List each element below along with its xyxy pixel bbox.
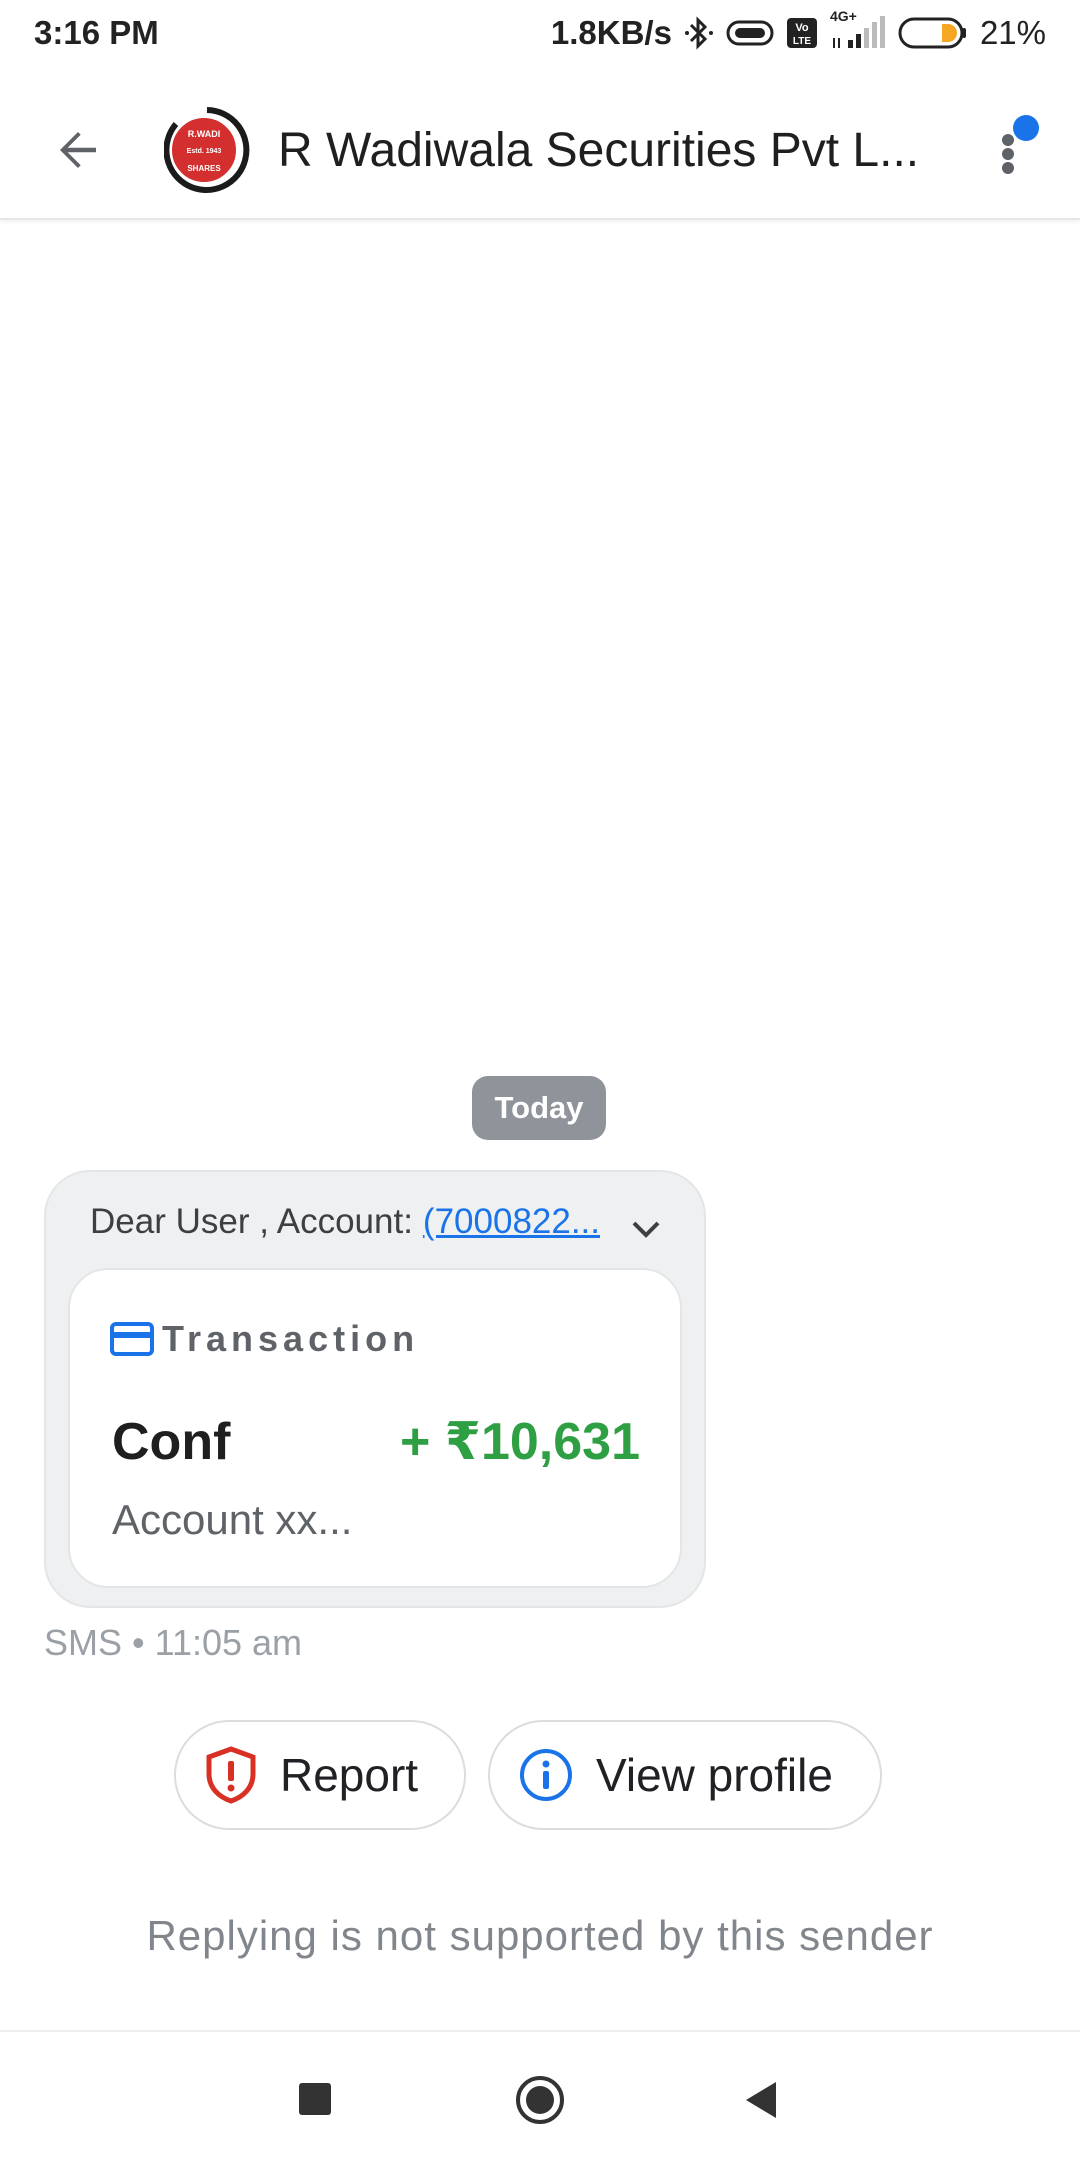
credit-card-icon — [110, 1322, 154, 1356]
network-speed: 1.8KB/s — [550, 14, 672, 51]
more-vert-icon — [1002, 115, 1039, 174]
recents-button[interactable] — [298, 2082, 332, 2121]
battery-percent: 21% — [979, 14, 1046, 51]
avatar-text-bottom: SHARES — [187, 164, 221, 173]
reply-unsupported-note: Replying is not supported by this sender — [146, 1912, 934, 1959]
back-button[interactable] — [30, 102, 126, 198]
info-icon — [520, 1749, 572, 1801]
date-divider: Today — [472, 1076, 606, 1140]
network-type-label: 4G+ — [829, 8, 857, 24]
message-bubble[interactable]: Dear User , Account: (7000822... Transac… — [44, 1170, 706, 1608]
phone-number-link[interactable]: (7000822... — [423, 1202, 600, 1242]
transaction-card[interactable]: Transaction Conf + ₹10,631 Account xx... — [68, 1268, 682, 1588]
transaction-account: Account xx... — [112, 1496, 353, 1543]
sender-avatar[interactable]: R.WADI Estd. 1943 SHARES — [163, 107, 250, 193]
battery-saver-icon — [726, 18, 774, 48]
back-nav-button[interactable] — [742, 2080, 780, 2125]
view-profile-label: View profile — [596, 1749, 833, 1801]
more-options-button[interactable] — [990, 110, 1050, 190]
view-profile-button[interactable]: View profile — [488, 1720, 882, 1830]
message-header: Dear User , Account: (7000822... — [90, 1202, 600, 1242]
expand-message-button[interactable] — [628, 1214, 664, 1244]
svg-text:Vo: Vo — [795, 22, 809, 34]
triangle-back-icon — [746, 2082, 776, 2118]
home-button[interactable] — [514, 2074, 566, 2131]
chevron-down-icon — [632, 1221, 660, 1238]
square-icon — [299, 2083, 331, 2115]
conversation-app-bar: R.WADI Estd. 1943 SHARES R Wadiwala Secu… — [0, 82, 1080, 220]
transaction-amount: + ₹10,631 — [399, 1413, 640, 1471]
avatar-text-top: R.WADI — [188, 129, 221, 139]
bluetooth-icon — [684, 16, 714, 50]
signal-icon: 4G+ — [830, 8, 886, 50]
battery-icon — [898, 16, 968, 50]
transaction-label: Conf — [112, 1413, 231, 1471]
avatar-text-mid: Estd. 1943 — [187, 148, 222, 155]
svg-text:LTE: LTE — [793, 36, 811, 47]
card-title: Transaction — [162, 1318, 420, 1359]
arrow-back-icon — [60, 132, 96, 168]
message-meta: SMS • 11:05 am — [44, 1622, 303, 1663]
status-icons: 1.8KB/s Vo LTE 4G+ 21% — [550, 8, 1046, 52]
system-nav-bar — [0, 2030, 1080, 2160]
shield-alert-icon — [206, 1746, 256, 1804]
message-header-text: Dear User , Account: — [90, 1202, 413, 1241]
card-title-row: Transaction — [110, 1318, 419, 1360]
sender-name: R Wadiwala Securities Pvt L... — [278, 123, 920, 177]
volte-icon: Vo LTE — [786, 17, 818, 49]
status-time: 3:16 PM — [34, 14, 159, 51]
home-circle-icon — [516, 2076, 564, 2124]
report-button[interactable]: Report — [174, 1720, 466, 1830]
report-label: Report — [280, 1749, 419, 1801]
status-bar: 3:16 PM 1.8KB/s Vo LTE 4G+ 21% — [0, 0, 1080, 66]
